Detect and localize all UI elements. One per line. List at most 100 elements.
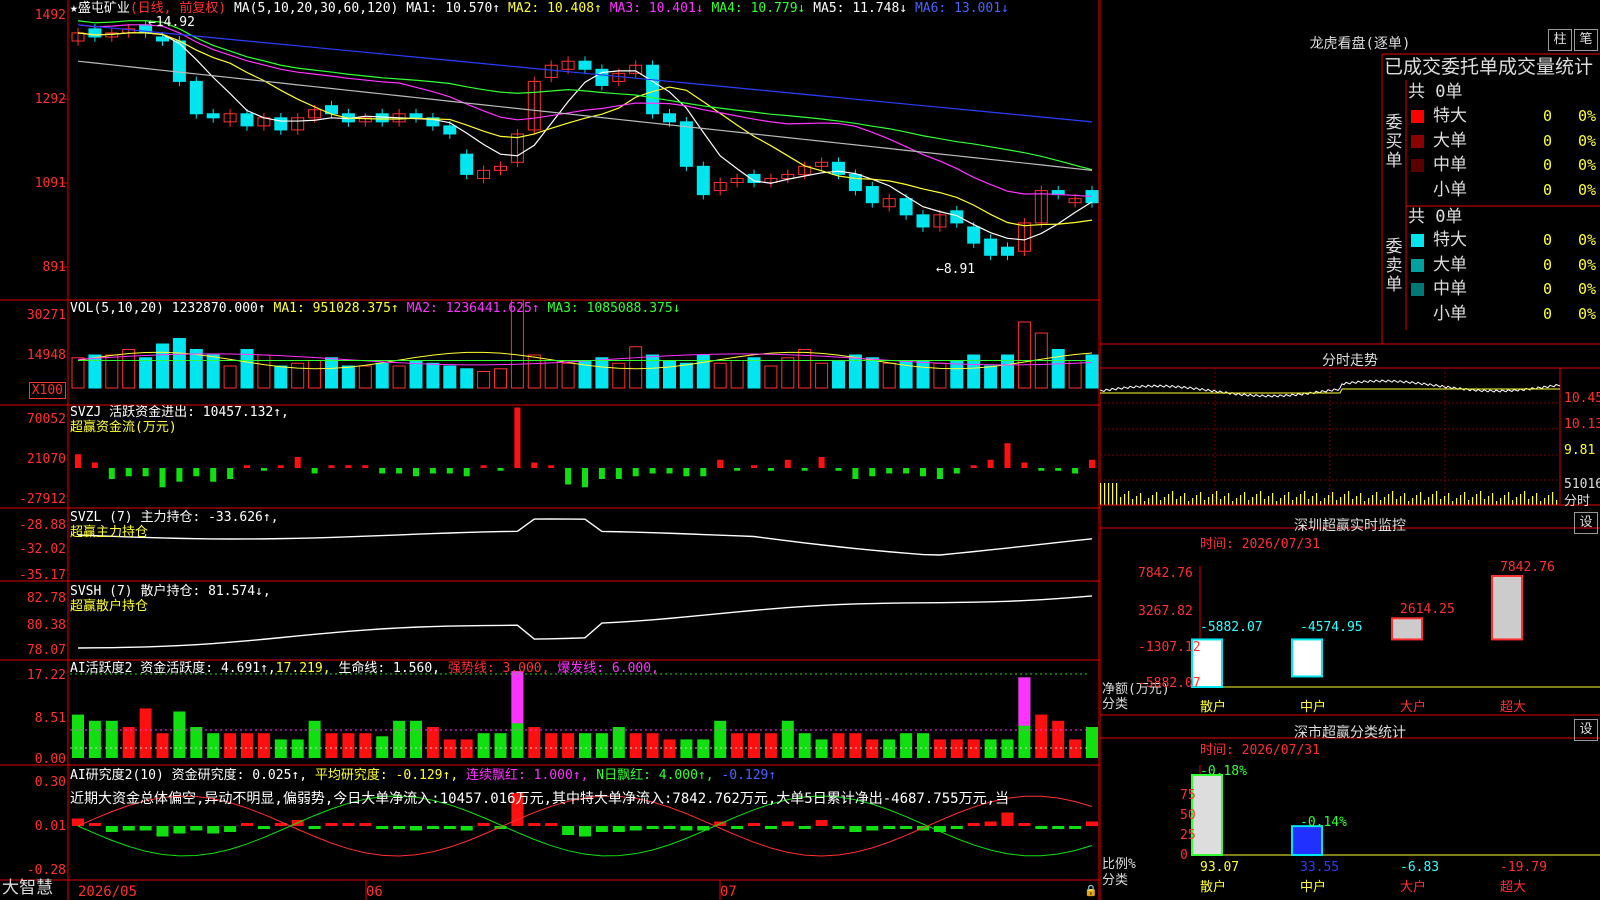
intraday-vol-bar — [1284, 495, 1286, 505]
price-tick: 891 — [42, 260, 66, 275]
volume-bar — [848, 354, 862, 389]
flow-bar — [869, 468, 876, 477]
pen-mode-button[interactable]: 笔 — [1574, 29, 1598, 51]
intraday-vol-bar — [1100, 483, 1102, 505]
volume-bar — [544, 360, 558, 389]
activity-bar — [173, 711, 186, 758]
sell-total: 共 0单 — [1408, 207, 1463, 227]
activity-bar — [781, 720, 794, 758]
ai-burstline: 爆发线: 6.000, — [557, 661, 659, 676]
cls-title: 深市超赢分类统计 — [1294, 725, 1406, 741]
intraday-vol-bar — [1468, 500, 1470, 505]
svzl-title: SVZL (7) 主力持仓: -33.626↑, — [70, 510, 279, 525]
intraday-vol-bar — [1272, 493, 1274, 505]
activity-bar — [646, 733, 659, 758]
intraday-vol-bar — [1436, 491, 1438, 505]
research-bar — [748, 823, 760, 826]
flow-bar — [936, 468, 943, 479]
volume-bar — [392, 365, 406, 389]
kline-chart-area[interactable] — [0, 0, 1100, 900]
research-bar — [173, 826, 186, 834]
color-swatch-icon — [1411, 234, 1424, 247]
volume-bar — [375, 362, 389, 389]
research-bar — [849, 826, 862, 832]
flow-bar — [615, 468, 622, 479]
sz-monitor-settings-button[interactable]: 设 — [1574, 512, 1598, 534]
order-row: 大单 0 0% — [1403, 129, 1600, 153]
stock-name[interactable]: 盛屯矿业 — [78, 1, 130, 16]
order-percent: 0% — [1578, 231, 1597, 249]
intraday-vol-bar — [1444, 496, 1446, 505]
intraday-vol-bar — [1400, 496, 1402, 505]
activity-bar — [883, 739, 896, 758]
intraday-vol-bar — [1268, 496, 1270, 505]
intraday-vol-bar — [1412, 498, 1414, 505]
flow-bar — [987, 459, 994, 468]
order-count: 0 — [1543, 107, 1553, 125]
activity-bar — [257, 733, 270, 758]
flow-bar — [244, 465, 250, 468]
cls-value-label: 33.55 — [1300, 860, 1340, 875]
volume-bar — [984, 365, 998, 389]
intraday-vol-bar — [1188, 501, 1190, 505]
activity-bar — [224, 733, 237, 758]
intraday-vol-bar — [1192, 498, 1194, 505]
net-category-label: 散户 — [1200, 700, 1227, 715]
bar-mode-button[interactable]: 柱 — [1548, 29, 1572, 51]
activity-bar — [72, 714, 84, 758]
vol-tick: 14948 — [26, 348, 66, 363]
volume-bar — [88, 354, 102, 389]
volume-bar — [967, 354, 981, 389]
volume-bar — [460, 368, 474, 389]
research-bar — [156, 826, 169, 837]
sz-monitor-time: 时间: 2026/07/31 — [1200, 537, 1320, 552]
activity-bar — [967, 739, 980, 758]
order-percent: 0% — [1578, 304, 1597, 323]
svsh-subtitle: 超赢散户持仓 — [70, 599, 149, 614]
volume-bar — [713, 362, 727, 389]
candle-body — [848, 173, 862, 192]
volume-bar — [1068, 360, 1082, 389]
ai-active-tick: 8.51 — [34, 711, 66, 726]
net-value-label: 7842.76 — [1500, 560, 1555, 575]
research-bar — [663, 826, 676, 829]
brand-logo[interactable]: 大智慧 — [2, 880, 53, 897]
intraday-vol-bar — [1536, 493, 1538, 505]
svzl-subtitle: 超赢主力持仓 — [70, 525, 149, 540]
volume-bar — [325, 357, 338, 389]
volume-bar — [358, 365, 372, 389]
ma1-value: MA1: 10.570↑ — [406, 1, 501, 16]
intraday-vol-bar — [1348, 491, 1350, 505]
order-count: 0 — [1543, 280, 1553, 298]
intraday-vol-bar — [1416, 495, 1418, 505]
ai-research-summary: 近期大资金总体偏空,异动不明显,偏弱势,今日大单净流入:10457.016万元,… — [70, 791, 1010, 807]
intraday-vol-bar — [1124, 494, 1126, 505]
net-category-label: 大户 — [1400, 700, 1427, 715]
intraday-vol-bar — [1144, 501, 1146, 505]
intraday-vol-bar — [1520, 494, 1522, 505]
date-tick: 07 — [720, 884, 737, 900]
lock-icon[interactable]: 🔒 — [1084, 883, 1098, 898]
flow-bar — [379, 468, 386, 474]
cls-settings-button[interactable]: 设 — [1574, 719, 1598, 741]
intraday-vol-bar — [1380, 500, 1382, 505]
volume-bar — [443, 365, 457, 389]
cls-top-label: -0.14% — [1300, 815, 1347, 830]
left-axis: 1492 1292 1091 891 30271 14948 X100 7005… — [0, 0, 66, 885]
vol-ma1: MA1: 951028.375↑ — [273, 301, 399, 316]
activity-bar — [798, 733, 811, 758]
period-mode[interactable]: (日线, 前复权) — [130, 1, 226, 16]
intraday-vol-bar — [1512, 500, 1514, 505]
flow-bar — [953, 468, 960, 474]
ai-research-tick: -0.28 — [26, 863, 66, 878]
intraday-vol-bar — [1132, 499, 1134, 505]
flow-bar — [1004, 443, 1011, 468]
fav-star-icon[interactable]: ★ — [70, 1, 78, 16]
vol-unit[interactable]: X100 — [28, 382, 66, 399]
activity-bar — [241, 733, 253, 758]
intraday-vol-bar — [1432, 494, 1434, 505]
flow-bar — [1072, 468, 1079, 474]
research-bar — [207, 826, 220, 834]
volume-bar — [223, 365, 237, 389]
flow-bar — [277, 465, 284, 468]
